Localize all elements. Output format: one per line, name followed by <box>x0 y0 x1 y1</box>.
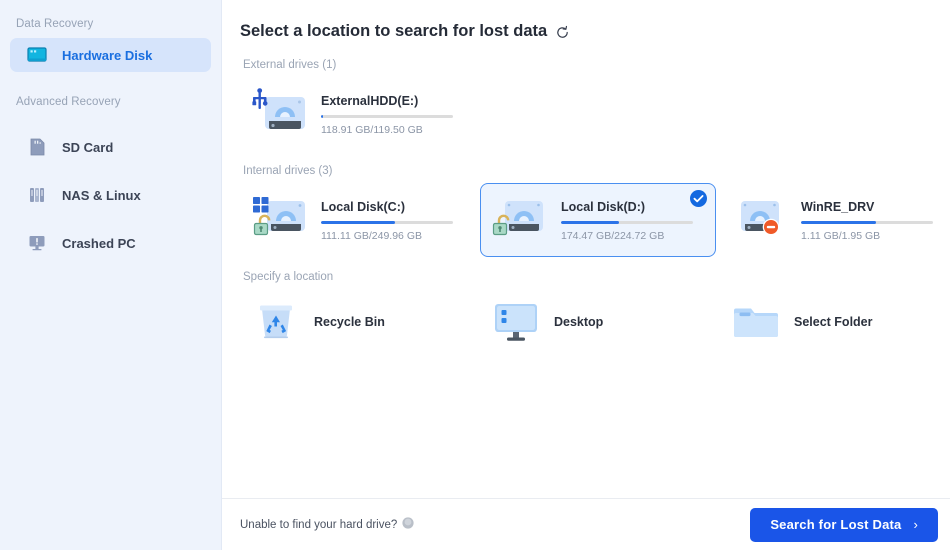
drive-usage-bar <box>321 114 453 119</box>
sidebar-item-label: NAS & Linux <box>62 187 141 203</box>
recycle-bin-icon <box>250 297 302 347</box>
crashed-pc-icon <box>26 232 48 254</box>
hard-disk-icon <box>26 44 48 66</box>
sidebar-group-label-advanced-recovery: Advanced Recovery <box>16 96 121 108</box>
sidebar-item-hardware-disk[interactable]: Hardware Disk <box>10 38 211 72</box>
internal-drives-grid: Local Disk(C:) 111.11 GB/249.96 GB Local… <box>240 183 950 257</box>
drive-card-winre-drv[interactable]: WinRE_DRV 1.11 GB/1.95 GB <box>720 183 950 257</box>
folder-icon <box>730 297 782 347</box>
search-button-label: Search for Lost Data <box>770 517 902 532</box>
drive-usage-bar <box>321 220 453 225</box>
help-link-hard-drive-not-found[interactable]: Unable to find your hard drive? <box>240 517 414 532</box>
location-card-select-folder[interactable]: Select Folder <box>720 289 950 355</box>
location-card-desktop[interactable]: Desktop <box>480 289 716 355</box>
section-label-external: External drives (1) <box>243 59 337 71</box>
drive-name: WinRE_DRV <box>801 199 875 214</box>
hard-drive-icon <box>491 193 551 247</box>
help-circle-icon[interactable] <box>402 517 414 532</box>
nas-icon <box>26 184 48 206</box>
sidebar-item-label: SD Card <box>62 139 114 155</box>
drive-name: ExternalHDD(E:) <box>321 93 419 108</box>
locations-grid: Recycle Bin Desktop Select Folder <box>240 289 950 355</box>
drive-usage-fill <box>561 220 620 225</box>
section-label-internal: Internal drives (3) <box>243 165 333 177</box>
drive-usage-bar <box>561 220 693 225</box>
section-label-specify-location: Specify a location <box>243 271 334 283</box>
drive-info: ExternalHDD(E:) 118.91 GB/119.50 GB <box>321 92 465 137</box>
drive-info: WinRE_DRV 1.11 GB/1.95 GB <box>801 198 945 243</box>
hard-drive-icon <box>731 193 791 247</box>
app-window: Data Recovery Hardware Disk Advanced Rec… <box>0 0 950 550</box>
external-drives-grid: ExternalHDD(E:) 118.91 GB/119.50 GB <box>240 77 950 151</box>
page-title-text: Select a location to search for lost dat… <box>240 22 548 40</box>
drive-info: Local Disk(C:) 111.11 GB/249.96 GB <box>321 198 465 243</box>
help-link-text: Unable to find your hard drive? <box>240 518 398 531</box>
sidebar-item-sd-card[interactable]: SD Card <box>10 130 211 164</box>
external-usb-drive-icon <box>251 87 311 141</box>
selected-check-icon <box>690 190 707 207</box>
drive-capacity: 174.47 GB/224.72 GB <box>561 230 665 243</box>
drive-usage-bar <box>801 220 933 225</box>
search-button-container: Search for Lost Data › <box>750 507 942 542</box>
chevron-right-icon: › <box>913 517 918 532</box>
sidebar-item-nas-linux[interactable]: NAS & Linux <box>10 178 211 212</box>
search-for-lost-data-button[interactable]: Search for Lost Data › <box>750 507 938 542</box>
drive-info: Local Disk(D:) 174.47 GB/224.72 GB <box>561 198 705 243</box>
drive-usage-fill <box>801 220 877 225</box>
drive-capacity: 1.11 GB/1.95 GB <box>801 230 881 243</box>
drive-usage-fill <box>321 220 395 225</box>
location-label: Select Folder <box>794 315 873 329</box>
refresh-icon[interactable] <box>555 25 570 40</box>
sidebar-item-label: Hardware Disk <box>62 47 153 63</box>
location-card-recycle-bin[interactable]: Recycle Bin <box>240 289 476 355</box>
drive-name: Local Disk(D:) <box>561 199 646 214</box>
main-panel: Select a location to search for lost dat… <box>222 0 950 550</box>
footer-bar: Unable to find your hard drive? Search f… <box>222 498 950 550</box>
drive-capacity: 111.11 GB/249.96 GB <box>321 230 422 243</box>
sidebar: Data Recovery Hardware Disk Advanced Rec… <box>0 0 222 550</box>
sd-card-icon <box>26 136 48 158</box>
page-title: Select a location to search for lost dat… <box>240 22 950 41</box>
location-label: Desktop <box>554 315 604 329</box>
hard-drive-icon <box>251 193 311 247</box>
sidebar-item-label: Crashed PC <box>62 235 136 251</box>
sidebar-group-label-data-recovery: Data Recovery <box>16 18 94 30</box>
sidebar-item-crashed-pc[interactable]: Crashed PC <box>10 226 211 260</box>
drive-card-local-disk-d[interactable]: Local Disk(D:) 174.47 GB/224.72 GB <box>480 183 716 257</box>
desktop-monitor-icon <box>490 297 542 347</box>
drive-card-local-disk-c[interactable]: Local Disk(C:) 111.11 GB/249.96 GB <box>240 183 476 257</box>
drive-card-external-hdd[interactable]: ExternalHDD(E:) 118.91 GB/119.50 GB <box>240 77 476 151</box>
drive-usage-fill <box>321 114 324 119</box>
location-label: Recycle Bin <box>314 315 385 329</box>
drive-capacity: 118.91 GB/119.50 GB <box>321 124 423 137</box>
content-area: Select a location to search for lost dat… <box>222 0 950 498</box>
drive-name: Local Disk(C:) <box>321 199 406 214</box>
